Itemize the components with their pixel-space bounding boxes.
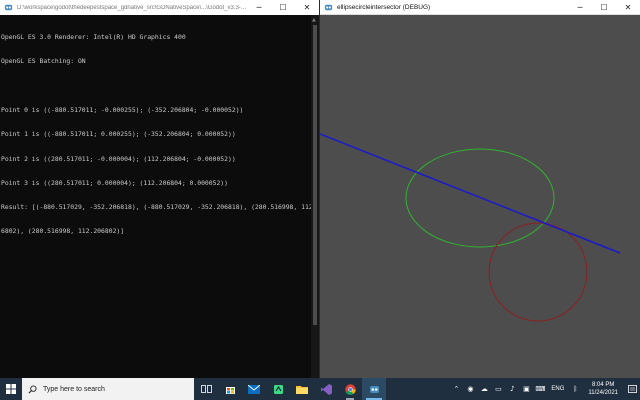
notification-icon[interactable] — [624, 378, 640, 400]
search-box[interactable]: Type here to search — [22, 378, 194, 400]
volume-icon[interactable]: ♪ — [505, 378, 519, 400]
console-line: 6802), (280.516998, 112.206802)] — [1, 227, 125, 236]
game-window: ellipsecircleintersector (DEBUG) ─ ☐ ✕ — [320, 0, 640, 378]
console-window: D:\workspace\godot\thedeepestspace_gdnat… — [0, 0, 320, 378]
cloud-icon[interactable]: ☁ — [477, 378, 491, 400]
display-icon[interactable]: ▣ — [519, 378, 533, 400]
maximize-button[interactable]: ☐ — [592, 0, 616, 15]
keyboard-icon[interactable]: ⌨ — [533, 378, 547, 400]
console-line: Point 1 is ((-880.517011; 0.000255); (-3… — [1, 130, 236, 139]
chrome-icon[interactable] — [338, 378, 362, 400]
clock-time: 8:04 PM — [592, 382, 615, 388]
godot-console-icon — [3, 3, 13, 13]
clock[interactable]: 8:04 PM 11/24/2021 — [588, 381, 618, 397]
search-icon — [28, 384, 37, 393]
system-tray: ⌃ ◉ ☁ ▭ ♪ ▣ ⌨ ENG ᛒ 8:04 PM 11/24/2021 — [449, 378, 640, 400]
console-minimize-button[interactable]: ─ — [247, 0, 271, 15]
console-line: Result: [(-880.517029, -352.206818), (-8… — [1, 203, 311, 212]
mail-icon[interactable] — [242, 378, 266, 400]
circle-shape — [488, 222, 588, 322]
task-view-icon[interactable] — [194, 378, 218, 400]
game-window-controls: ─ ☐ ✕ — [568, 0, 640, 15]
search-placeholder: Type here to search — [43, 385, 105, 393]
godot-icon — [323, 2, 333, 12]
android-studio-icon[interactable] — [266, 378, 290, 400]
visual-studio-icon[interactable] — [314, 378, 338, 400]
taskbar: Type here to search ⌃ ◉ ☁ ▭ ♪ ▣ ⌨ ENG ᛒ … — [0, 378, 640, 400]
game-titlebar[interactable]: ellipsecircleintersector (DEBUG) ─ ☐ ✕ — [320, 0, 640, 15]
start-button[interactable] — [0, 378, 22, 400]
network-icon[interactable]: ▭ — [491, 378, 505, 400]
scroll-up-icon[interactable]: ▲ — [312, 17, 316, 23]
console-window-controls: ─ ☐ ✕ — [247, 0, 319, 15]
console-line: Point 2 is ((280.517011; -0.000004); (11… — [1, 154, 236, 163]
chevron-up-icon[interactable]: ⌃ — [449, 378, 463, 400]
console-line: Point 3 is ((280.517011; 0.000004); (112… — [1, 178, 229, 187]
game-viewport[interactable] — [320, 15, 640, 378]
scrollbar-thumb[interactable] — [313, 25, 317, 325]
console-close-button[interactable]: ✕ — [295, 0, 319, 15]
console-scrollbar[interactable]: ▲ — [311, 15, 319, 378]
intersect-line — [320, 133, 621, 254]
close-button[interactable]: ✕ — [616, 0, 640, 15]
console-line: OpenGL ES 3.0 Renderer: Intel(R) HD Grap… — [1, 33, 186, 42]
console-line: Point 0 is ((-880.517011; -0.000255); (-… — [1, 106, 244, 115]
console-titlebar[interactable]: D:\workspace\godot\thedeepestspace_gdnat… — [0, 0, 319, 15]
console-line: OpenGL ES Batching: ON — [1, 57, 86, 66]
console-title: D:\workspace\godot\thedeepestspace_gdnat… — [17, 4, 247, 11]
godot-taskbar-icon[interactable] — [362, 378, 386, 400]
game-title: ellipsecircleintersector (DEBUG) — [337, 3, 431, 11]
clock-date: 11/24/2021 — [588, 390, 618, 396]
file-explorer-icon[interactable] — [290, 378, 314, 400]
minimize-button[interactable]: ─ — [568, 0, 592, 15]
windows-icon — [6, 384, 16, 394]
store-icon[interactable] — [218, 378, 242, 400]
console-output: OpenGL ES 3.0 Renderer: Intel(R) HD Grap… — [0, 15, 311, 378]
tray-app-icon[interactable]: ◉ — [463, 378, 477, 400]
language-indicator[interactable]: ENG — [551, 386, 564, 392]
console-maximize-button[interactable]: ☐ — [271, 0, 295, 15]
bluetooth-icon[interactable]: ᛒ — [568, 378, 582, 400]
